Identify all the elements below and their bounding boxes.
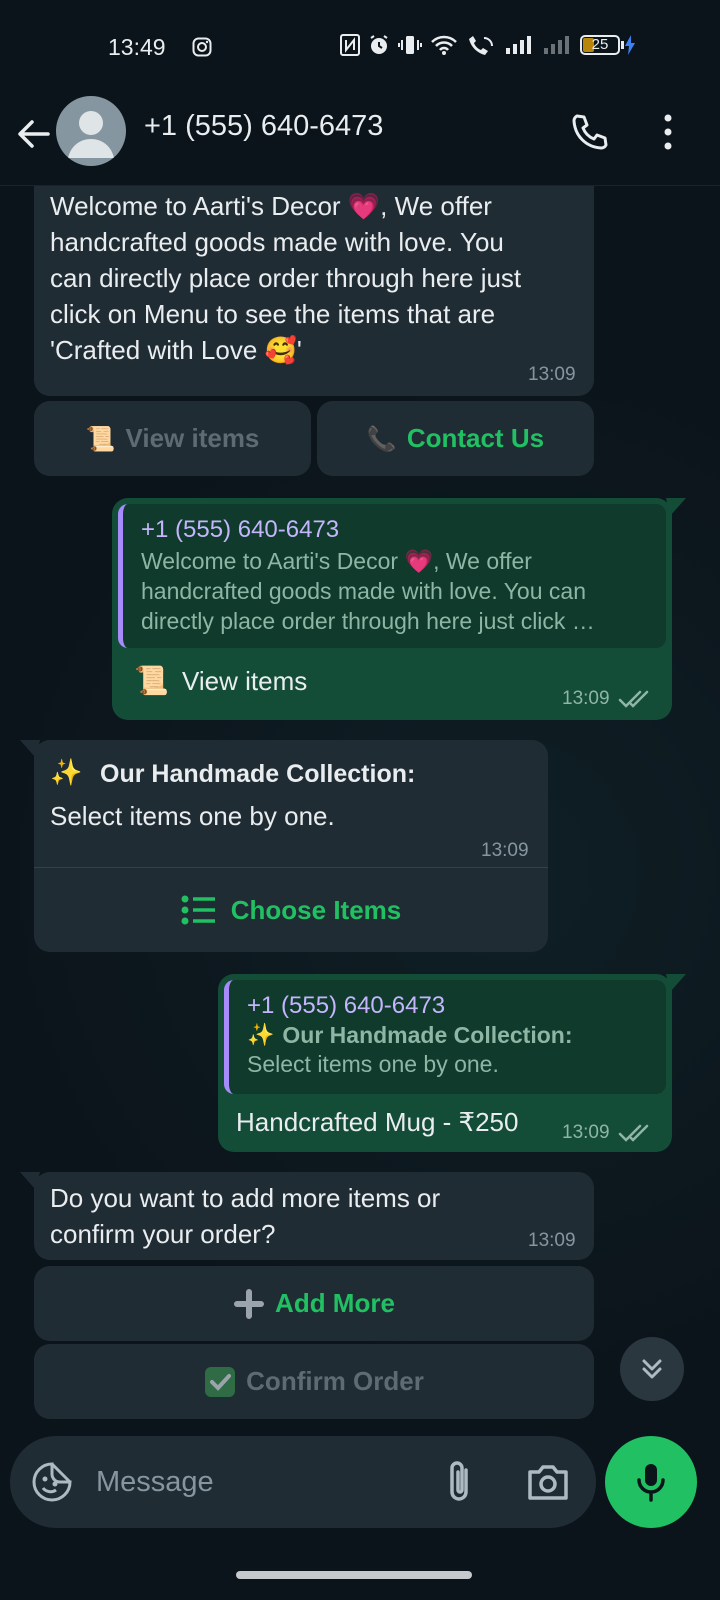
message-composer	[10, 1436, 596, 1528]
battery-icon: 25	[580, 35, 636, 55]
list-title: Our Handmade Collection:	[100, 760, 416, 788]
message-line: click on Menu to see the items that are	[50, 299, 496, 329]
bubble-tail	[666, 974, 686, 992]
chat-area[interactable]: Welcome to Aarti's Decor 💗, We offer han…	[0, 186, 720, 1436]
message-input[interactable]	[96, 1458, 416, 1506]
voice-message-button[interactable]	[605, 1436, 697, 1528]
nfc-icon	[340, 34, 360, 56]
sticker-icon	[32, 1462, 72, 1502]
quote-sender: +1 (555) 640-6473	[247, 992, 446, 1019]
message-time: 13:09	[528, 1230, 576, 1251]
message-line: Do you want to add more items or	[50, 1183, 441, 1213]
microphone-icon	[637, 1464, 665, 1502]
status-icons: 25	[340, 34, 636, 56]
message-line: confirm your order?	[50, 1219, 276, 1249]
bubble-tail	[20, 1172, 40, 1190]
message-text: Handcrafted Mug - ₹250	[236, 1107, 519, 1137]
scroll-to-bottom-button[interactable]	[620, 1337, 684, 1401]
battery-level: 25	[591, 36, 609, 53]
signal-weak-icon	[544, 36, 569, 54]
quote-line: Select items one by one.	[247, 1051, 499, 1077]
home-gesture-bar[interactable]	[236, 1571, 472, 1579]
wifi-call-icon	[469, 36, 493, 55]
list-icon	[181, 895, 215, 925]
quoted-message[interactable]: +1 (555) 640-6473 ✨ Our Handmade Collect…	[224, 980, 666, 1094]
outgoing-message: +1 (555) 640-6473 Welcome to Aarti's Dec…	[112, 498, 686, 720]
message-line: 'Crafted with Love 🥰'	[50, 335, 302, 365]
incoming-message: Welcome to Aarti's Decor 💗, We offer han…	[34, 186, 594, 396]
quoted-message[interactable]: +1 (555) 640-6473 Welcome to Aarti's Dec…	[118, 504, 666, 648]
contact-name[interactable]: +1 (555) 640-6473	[144, 110, 383, 143]
signal-icon	[506, 36, 531, 54]
vibrate-icon	[398, 36, 422, 54]
button-label: Confirm Order	[246, 1366, 424, 1396]
incoming-message: Do you want to add more items or confirm…	[20, 1172, 594, 1260]
bubble-tail	[20, 740, 40, 758]
choose-items-button[interactable]: Choose Items	[34, 868, 548, 952]
attach-button[interactable]	[442, 1458, 476, 1506]
charging-icon	[625, 35, 635, 55]
avatar[interactable]	[56, 96, 126, 166]
quote-line: Welcome to Aarti's Decor 💗, We offer	[141, 548, 532, 574]
button-label: View items	[125, 423, 260, 453]
quote-line: handcrafted goods made with love. You ca…	[141, 578, 586, 604]
button-label: Add More	[275, 1288, 395, 1318]
system-nav-bar	[0, 1540, 720, 1600]
alarm-icon	[370, 35, 388, 54]
message-time: 13:09	[528, 364, 576, 385]
scroll-icon: 📜	[134, 664, 169, 697]
message-time: 13:09	[481, 840, 529, 861]
double-check-icon	[618, 1124, 648, 1142]
contact-us-button[interactable]: 📞 Contact Us	[317, 401, 594, 476]
back-button[interactable]	[14, 114, 54, 154]
confirm-order-button[interactable]: Confirm Order	[34, 1344, 594, 1419]
more-options-button[interactable]	[656, 110, 680, 154]
check-box-icon	[205, 1366, 236, 1397]
view-items-button[interactable]: 📜 View items	[34, 401, 311, 476]
incoming-message: ✨ Our Handmade Collection: Select items …	[20, 740, 548, 952]
sparkles-icon: ✨	[50, 758, 83, 788]
message-line: handcrafted goods made with love. You	[50, 227, 504, 257]
telephone-icon: 📞	[366, 424, 397, 453]
message-line: Welcome to Aarti's Decor 💗, We offer	[50, 191, 492, 221]
message-meta: 13:09	[562, 688, 652, 710]
message-time: 13:09	[562, 688, 610, 709]
chat-header: +1 (555) 640-6473	[0, 96, 720, 186]
instagram-icon	[192, 37, 212, 62]
bubble-tail	[666, 498, 686, 516]
wifi-icon	[431, 35, 457, 55]
camera-icon	[528, 1465, 568, 1500]
paperclip-icon	[450, 1461, 468, 1501]
button-label: Choose Items	[230, 894, 402, 925]
double-check-icon	[618, 690, 648, 708]
message-time: 13:09	[562, 1122, 610, 1143]
message-line: can directly place order through here ju…	[50, 263, 522, 293]
quote-title-row: ✨ Our Handmade Collection:	[247, 1022, 648, 1049]
add-more-button[interactable]: Add More	[34, 1266, 594, 1341]
sticker-button[interactable]	[30, 1460, 74, 1504]
plus-icon	[234, 1288, 265, 1319]
sparkles-icon: ✨	[247, 1023, 275, 1048]
person-icon	[68, 111, 114, 158]
camera-button[interactable]	[526, 1462, 570, 1502]
message-meta: 13:09	[562, 1122, 652, 1144]
list-body: Select items one by one.	[50, 801, 335, 831]
scroll-icon: 📜	[85, 424, 116, 453]
double-chevron-down-icon	[642, 1359, 662, 1379]
kebab-menu-icon	[664, 114, 672, 150]
button-label: Contact Us	[406, 423, 545, 453]
quote-title: Our Handmade Collection:	[282, 1022, 573, 1048]
status-bar: 13:49 25	[0, 0, 720, 96]
quote-line: directly place order through here just c…	[141, 608, 595, 634]
status-time: 13:49	[108, 34, 166, 60]
arrow-left-icon	[18, 120, 50, 148]
phone-icon	[572, 114, 608, 150]
voice-call-button[interactable]	[568, 110, 612, 154]
message-text: View items	[182, 666, 308, 696]
outgoing-message: +1 (555) 640-6473 ✨ Our Handmade Collect…	[218, 974, 686, 1152]
quote-sender: +1 (555) 640-6473	[141, 516, 340, 543]
